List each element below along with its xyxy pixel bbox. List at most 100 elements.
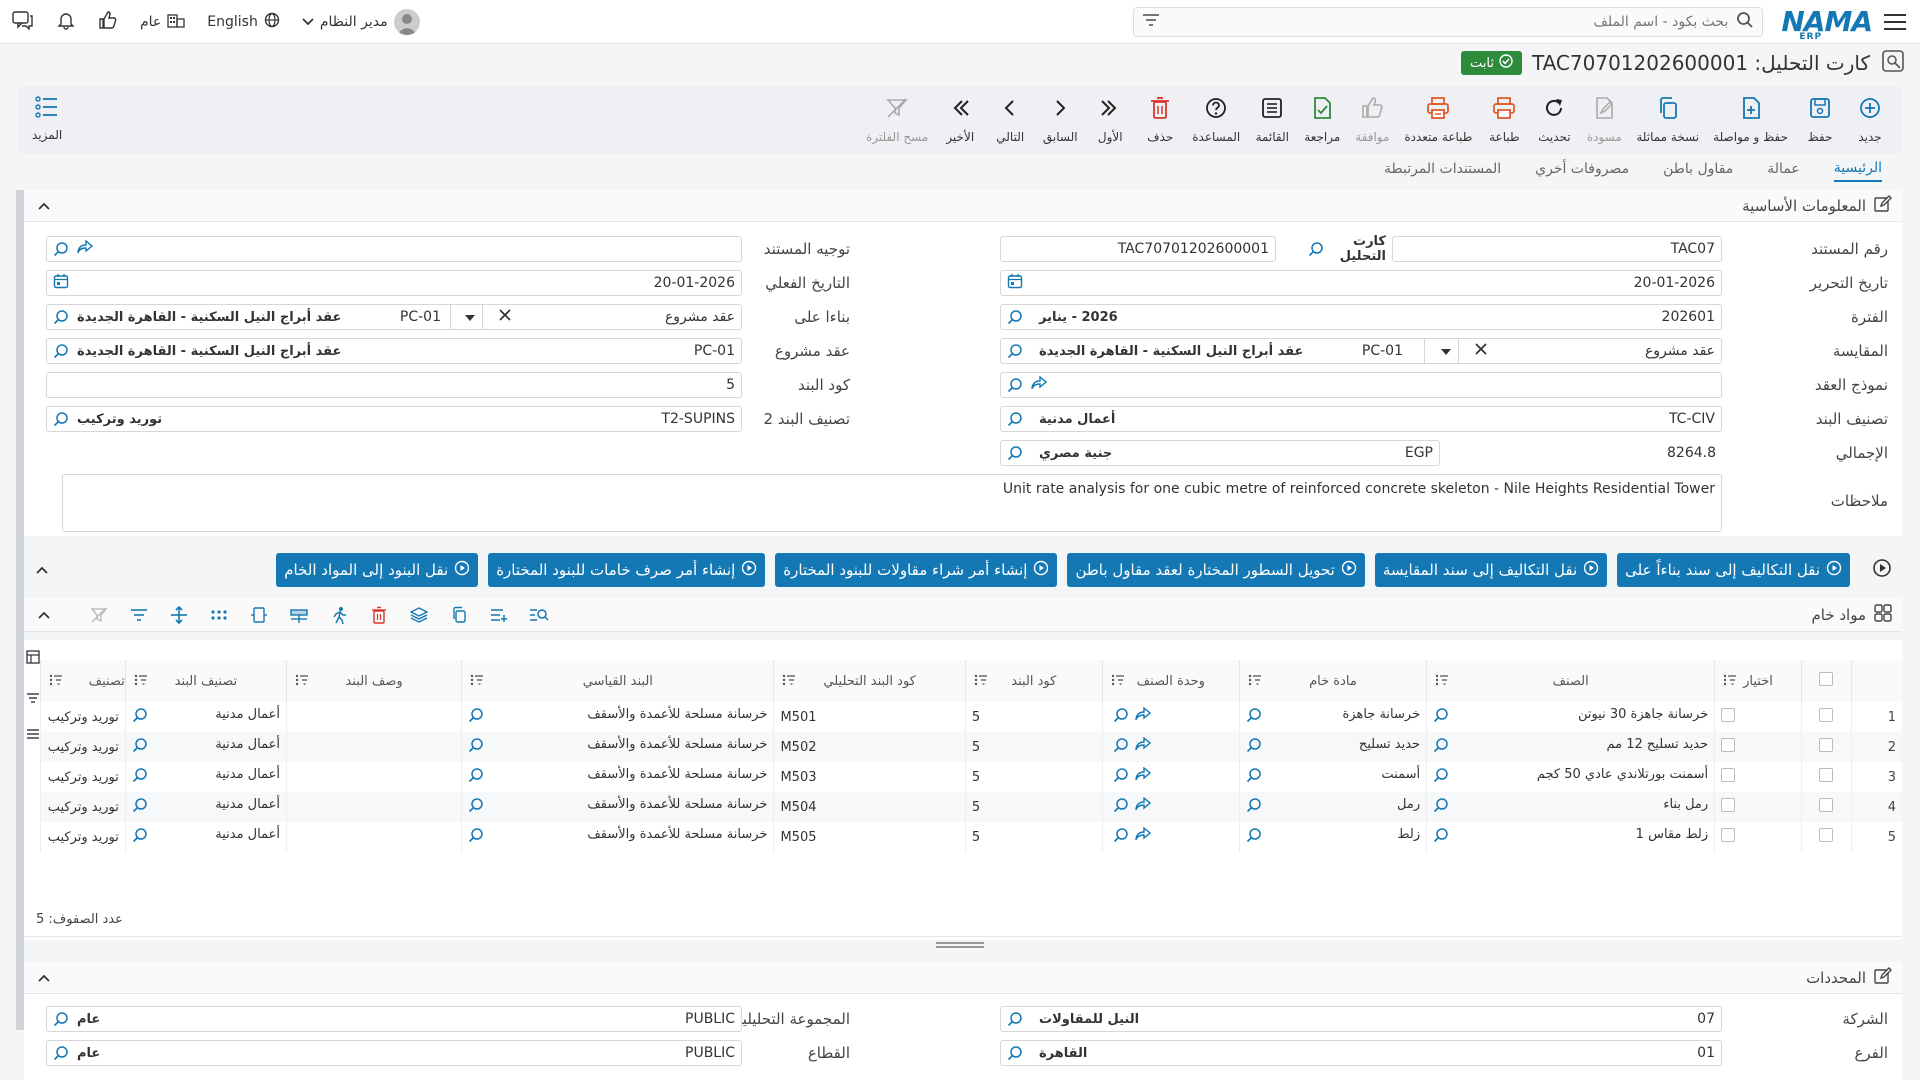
choose-cell[interactable] [1714, 792, 1802, 822]
class-lookup-icon[interactable] [132, 827, 148, 847]
column-menu-icon[interactable] [782, 674, 796, 686]
toolbar-clear-filter-button[interactable]: مسح الفلترة [860, 96, 934, 144]
choose-cell[interactable] [1714, 732, 1802, 762]
column-menu-icon[interactable] [1435, 674, 1449, 686]
based-on-field[interactable]: عقد مشروع PC-01 عقد أبراج النيل السكنية … [46, 304, 742, 330]
doc-direction-lookup-icon[interactable] [53, 241, 69, 257]
toolbar-save-button[interactable]: حفظ [1796, 96, 1844, 144]
action-button-5[interactable]: إنشاء أمر صرف خامات للبنود المختارة [488, 553, 766, 587]
standard-item-lookup-icon[interactable] [468, 797, 484, 817]
raw-cell[interactable]: زلط [1238, 822, 1427, 852]
row-select-checkbox[interactable] [1819, 768, 1834, 782]
measure-lookup-icon[interactable] [1007, 343, 1023, 359]
standard-item-cell[interactable]: خرسانة مسلحة للأعمدة والأسقف [461, 762, 774, 792]
row-select-checkbox[interactable] [1819, 708, 1834, 722]
item-class-field[interactable]: TC-CIV أعمال مدنية [1000, 406, 1722, 432]
edit-date-field[interactable]: 20-01-2026 [1000, 270, 1722, 296]
tab-subcontractor[interactable]: مقاول باطن [1663, 161, 1733, 181]
sector-field[interactable]: PUBLIC عام [46, 1040, 742, 1066]
actual-date-calendar-icon[interactable] [53, 273, 69, 293]
unit-lookup-icon[interactable] [1113, 827, 1129, 847]
grid-layers-icon[interactable] [404, 601, 434, 629]
table-row[interactable]: 4 رمل بناء رمل 5 M504 خرسانة مسلحة للأعم… [40, 792, 1902, 822]
notes-field[interactable]: Unit rate analysis for one cubic metre o… [62, 474, 1722, 532]
raw-lookup-icon[interactable] [1246, 737, 1262, 757]
measure-field[interactable]: عقد مشروع PC-01 عقد أبراج النيل السكنية … [1000, 338, 1722, 364]
col-select-all[interactable] [1800, 660, 1852, 702]
toolbar-thumbs-up-button[interactable]: موافقة [1348, 96, 1396, 144]
col-class[interactable]: تصنيف البند [124, 660, 287, 702]
unit-lookup-icon[interactable] [1113, 797, 1129, 817]
tab-main[interactable]: الرئيسية [1833, 160, 1882, 182]
standard-item-lookup-icon[interactable] [468, 737, 484, 757]
measure-clear-icon[interactable] [1475, 343, 1487, 359]
action-button-4[interactable]: إنشاء أمر شراء مقاولات للبنود المختارة [775, 553, 1058, 587]
doc-no-full-field[interactable]: TAC70701202600001 [1000, 236, 1276, 262]
item-cell[interactable]: رمل بناء [1426, 792, 1715, 822]
toolbar-trash-button[interactable]: حذف [1136, 96, 1184, 144]
unit-cell[interactable] [1101, 822, 1240, 852]
class-cell[interactable]: أعمال مدنية [124, 702, 287, 732]
col-raw-material[interactable]: مادة خام [1238, 660, 1427, 702]
grid-search-list-icon[interactable] [524, 601, 554, 629]
grid-move-icon[interactable] [164, 601, 194, 629]
contract-model-link-icon[interactable] [1031, 375, 1048, 394]
choose-checkbox[interactable] [1721, 738, 1736, 752]
based-on-clear-icon[interactable] [499, 309, 511, 325]
row-select-checkbox[interactable] [1819, 738, 1834, 752]
choose-checkbox[interactable] [1721, 708, 1736, 722]
toolbar-print-button[interactable]: طباعة [1480, 96, 1528, 144]
item-cell[interactable]: أسمنت بورتلاندي عادي 50 كجم [1426, 762, 1715, 792]
unit-cell[interactable] [1101, 702, 1240, 732]
based-on-dropdown-icon[interactable] [465, 309, 475, 325]
table-row[interactable]: 3 أسمنت بورتلاندي عادي 50 كجم أسمنت 5 M5… [40, 762, 1902, 792]
collapse-grid-icon[interactable] [34, 605, 54, 625]
col-description[interactable]: وصف البند [285, 660, 462, 702]
currency-field[interactable]: EGP جنية مصري [1000, 440, 1440, 466]
select-all-checkbox[interactable] [1819, 672, 1834, 686]
more-button[interactable]: المزيد [32, 96, 62, 142]
grid-clear-filter-icon[interactable] [84, 601, 114, 629]
standard-item-cell[interactable]: خرسانة مسلحة للأعمدة والأسقف [461, 732, 774, 762]
choose-cell[interactable] [1714, 822, 1802, 852]
period-lookup-icon[interactable] [1007, 309, 1023, 325]
contract-model-field[interactable] [1000, 372, 1722, 398]
choose-checkbox[interactable] [1721, 768, 1736, 782]
unit-link-icon[interactable] [1135, 736, 1151, 755]
col-analytic-code[interactable]: كود البند التحليلي [773, 660, 966, 702]
based-on-lookup-icon[interactable] [53, 309, 69, 325]
tab-related-documents[interactable]: المستندات المرتبطة [1384, 161, 1501, 181]
contract-model-lookup-icon[interactable] [1007, 377, 1023, 393]
raw-cell[interactable]: حديد تسليح [1238, 732, 1427, 762]
class-lookup-icon[interactable] [132, 797, 148, 817]
grid-list-add-icon[interactable] [484, 601, 514, 629]
bell-icon[interactable] [56, 10, 76, 34]
total-field[interactable]: 8264.8 [1442, 440, 1722, 466]
search-icon[interactable] [1736, 11, 1754, 33]
play-circle-icon[interactable] [1872, 558, 1892, 582]
grid-run-icon[interactable] [324, 601, 354, 629]
unit-link-icon[interactable] [1135, 796, 1151, 815]
row-select-checkbox[interactable] [1819, 828, 1834, 842]
scope-switch[interactable]: عام [140, 12, 185, 32]
col-standard-item[interactable]: البند القياسي [461, 660, 774, 702]
currency-lookup-icon[interactable] [1007, 445, 1023, 461]
action-button-6[interactable]: نقل البنود إلى المواد الخام [276, 553, 479, 587]
grid-delete-icon[interactable] [364, 601, 394, 629]
row-select-cell[interactable] [1800, 792, 1852, 822]
class-cell[interactable]: أعمال مدنية [124, 822, 287, 852]
row-select-cell[interactable] [1800, 702, 1852, 732]
item-cell[interactable]: زلط مقاس 1 [1426, 822, 1715, 852]
toolbar-review-button[interactable]: مراجعة [1298, 96, 1346, 144]
tab-other-expenses[interactable]: مصروفات أخري [1535, 161, 1629, 181]
action-button-3[interactable]: تحويل السطور المختارة لعقد مقاول باطن [1067, 553, 1365, 587]
unit-cell[interactable] [1101, 792, 1240, 822]
measure-dropdown-icon[interactable] [1441, 343, 1451, 359]
class-cell[interactable]: أعمال مدنية [124, 732, 287, 762]
item-class2-lookup-icon[interactable] [53, 411, 69, 427]
toolbar-next-button[interactable]: التالي [986, 96, 1034, 144]
doc-no-code-field[interactable]: TAC07 [1392, 236, 1722, 262]
side-scroll-rail[interactable] [16, 190, 24, 1030]
unit-link-icon[interactable] [1135, 826, 1151, 845]
sector-lookup-icon[interactable] [53, 1045, 69, 1061]
